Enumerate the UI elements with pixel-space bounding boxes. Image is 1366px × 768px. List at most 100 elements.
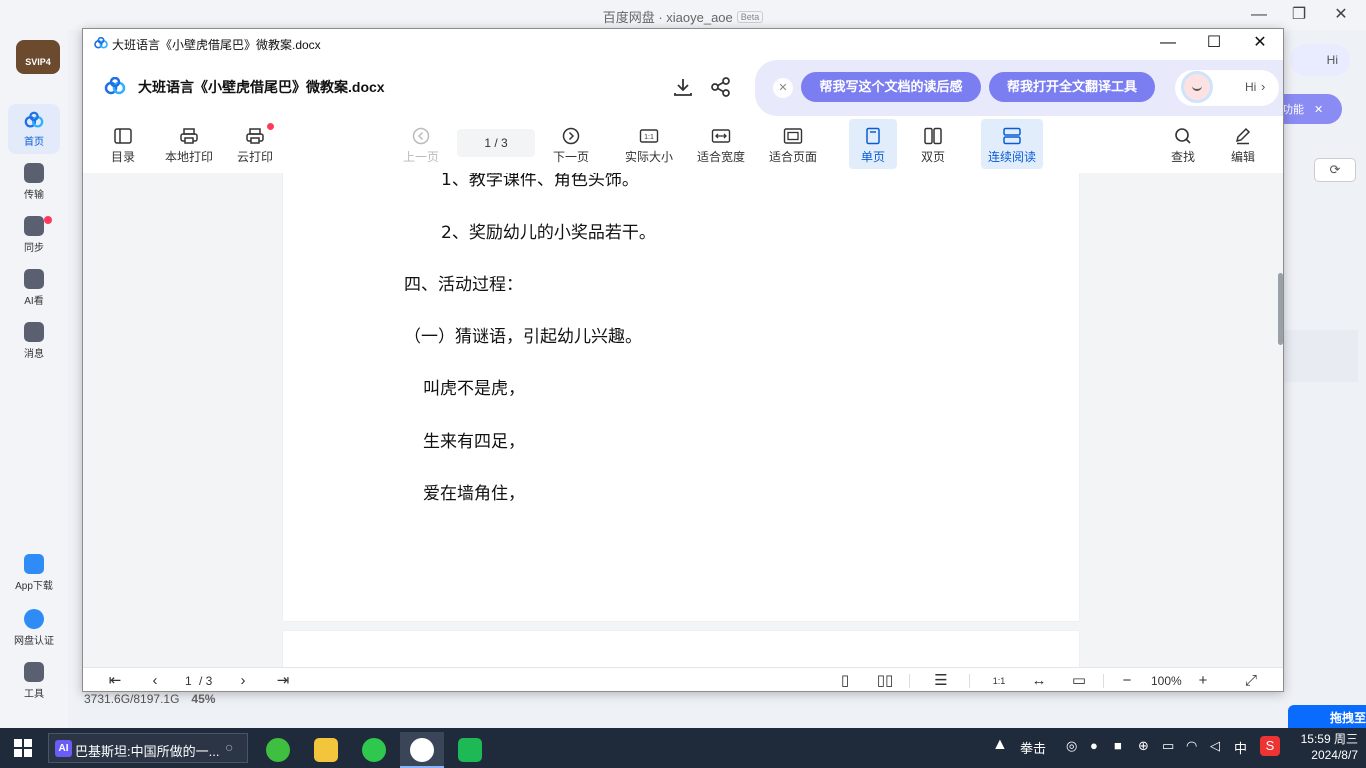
doc-line: （一）猜谜语，引起幼儿兴趣。 [404, 327, 642, 347]
search-icon: ○ [225, 739, 234, 755]
main-minimize-icon[interactable]: — [1248, 4, 1270, 26]
netdisk-tray-icon[interactable]: ◎ [1066, 738, 1077, 754]
terminal-icon [458, 738, 482, 762]
nvidia-icon[interactable]: ■ [1114, 738, 1122, 753]
taskbar-netdisk[interactable] [400, 732, 444, 768]
chevron-left-icon[interactable]: ‹ [145, 671, 165, 691]
find-button[interactable]: 查找 [1163, 119, 1203, 169]
close-icon[interactable]: ✕ [773, 78, 793, 98]
taskbar-terminal[interactable] [448, 732, 492, 768]
browser-icon [266, 738, 290, 762]
wifi-icon[interactable]: ◠ [1186, 738, 1197, 754]
actual-size-icon[interactable]: 1:1 [989, 671, 1009, 691]
zoom-out-icon[interactable]: − [1117, 671, 1137, 691]
folder-icon [314, 738, 338, 762]
prev-page-button[interactable]: 上一页 [399, 119, 443, 169]
windows-taskbar: AI 巴基斯坦:中国所做的一... ○ ▲ 拳击 ◎ ● ■ ⊕ ▭ ◠ ◁ 中… [0, 728, 1366, 768]
next-page-button[interactable]: 下一页 [549, 119, 593, 169]
flame-icon[interactable]: ▲ [992, 736, 1008, 754]
single-page-icon [866, 127, 880, 145]
page-number-input[interactable]: 1 / 3 [457, 129, 535, 157]
close-icon[interactable]: ✕ [1249, 32, 1271, 54]
pencil-icon [1235, 127, 1251, 145]
fit-page-icon [783, 128, 803, 144]
doc-line: 2、奖励幼儿的小奖品若干。 [441, 223, 656, 243]
doc-line: 爱在墙角住， [423, 484, 525, 504]
single-page-icon[interactable]: ▯ [835, 671, 855, 691]
double-page-button[interactable]: 双页 [913, 119, 953, 169]
divider [1103, 674, 1104, 688]
last-page-icon[interactable]: ⇥ [273, 671, 293, 691]
sidebar-item-ai-watch[interactable]: AI看 [8, 263, 60, 313]
fit-page-icon[interactable]: ▭ [1069, 671, 1089, 691]
close-icon[interactable]: ✕ [1314, 104, 1323, 116]
toc-button[interactable]: 目录 [105, 119, 141, 169]
sidebar-item-verify[interactable]: 网盘认证 [8, 603, 60, 653]
main-close-icon[interactable]: ✕ [1330, 4, 1352, 26]
main-ai-hi-button[interactable]: Hi [1290, 44, 1350, 76]
sidebar-item-transfer[interactable]: 传输 [8, 157, 60, 207]
edit-button[interactable]: 编辑 [1223, 119, 1263, 169]
local-print-button[interactable]: 本地打印 [163, 119, 215, 169]
continuous-reading-icon[interactable]: ☰ [931, 671, 951, 691]
maximize-icon[interactable]: ☐ [1203, 32, 1225, 54]
netdisk-logo-icon [94, 37, 108, 49]
document-area[interactable]: 1、教学课件、角色头饰。 2、奖励幼儿的小奖品若干。 四、活动过程： （一）猜谜… [83, 173, 1283, 667]
ai-translate-button[interactable]: 帮我打开全文翻译工具 [989, 72, 1155, 102]
plus-tray-icon[interactable]: ⊕ [1138, 738, 1149, 754]
ai-icon: AI [55, 740, 72, 757]
share-icon[interactable] [709, 75, 733, 99]
taskbar-wechat[interactable] [352, 732, 396, 768]
svg-text:1:1: 1:1 [644, 134, 654, 141]
tray-game-label[interactable]: 拳击 [1020, 738, 1046, 757]
sidebar-item-sync[interactable]: 同步 [8, 210, 60, 260]
status-page-total: / 3 [199, 674, 213, 688]
continuous-reading-button[interactable]: 连续阅读 [981, 119, 1043, 169]
taskbar-search[interactable]: AI 巴基斯坦:中国所做的一... ○ [48, 733, 248, 763]
sidebar-item-tools[interactable]: 工具 [8, 656, 60, 706]
ime-indicator[interactable]: 中 [1234, 738, 1247, 757]
main-function-banner[interactable]: 功能 ✕ [1280, 94, 1342, 124]
notification-dot [44, 216, 52, 224]
minimize-icon[interactable]: — [1157, 32, 1179, 54]
sidebar-item-home[interactable]: 首页 [8, 104, 60, 154]
arrow-right-circle-icon [562, 127, 580, 145]
ai-hi-button[interactable]: Hi › [1175, 70, 1279, 106]
battery-icon[interactable]: ▭ [1162, 738, 1174, 754]
zoom-in-icon[interactable]: + [1193, 671, 1213, 691]
download-icon[interactable] [671, 75, 695, 99]
sogou-ime-icon[interactable]: S [1260, 736, 1280, 756]
volume-icon[interactable]: ◁ [1210, 738, 1220, 754]
netdisk-icon [410, 738, 434, 762]
fullscreen-icon[interactable]: ⤢ [1241, 671, 1261, 691]
zoom-level[interactable]: 100% [1151, 674, 1182, 688]
continuous-reading-icon [1003, 127, 1021, 145]
vertical-scrollbar[interactable] [1278, 273, 1283, 345]
status-page-current[interactable]: 1 [185, 674, 192, 688]
cloud-print-button[interactable]: 云打印 [235, 119, 275, 169]
fit-width-icon[interactable]: ↔ [1029, 671, 1049, 691]
wechat-tray-icon[interactable]: ● [1090, 738, 1098, 753]
ai-write-review-button[interactable]: 帮我写这个文档的读后感 [801, 72, 981, 102]
double-page-icon[interactable]: ▯▯ [875, 671, 895, 691]
sidebar-item-messages[interactable]: 消息 [8, 316, 60, 366]
taskbar-clock[interactable]: 15:59 周三 2024/8/7 [1294, 731, 1358, 763]
actual-size-icon: 1:1 [639, 129, 659, 143]
sidebar-item-app-download[interactable]: App下载 [8, 548, 60, 598]
chevron-right-icon[interactable]: › [233, 671, 253, 691]
beta-badge: Beta [736, 11, 764, 23]
taskbar-browser[interactable] [256, 732, 300, 768]
fit-width-button[interactable]: 适合宽度 [693, 119, 749, 169]
refresh-button[interactable]: ⟳ [1314, 158, 1356, 182]
file-list-row[interactable] [1284, 330, 1358, 382]
ai-mascot-avatar [1181, 71, 1213, 103]
actual-size-button[interactable]: 1:1 实际大小 [621, 119, 677, 169]
windows-start-icon[interactable] [14, 739, 32, 757]
single-page-button[interactable]: 单页 [849, 119, 897, 169]
first-page-icon[interactable]: ⇤ [105, 671, 125, 691]
svip-logo[interactable]: SVIP4 [16, 40, 60, 74]
main-restore-icon[interactable]: ❐ [1288, 4, 1310, 26]
taskbar-explorer[interactable] [304, 732, 348, 768]
sync-icon [24, 216, 44, 236]
fit-page-button[interactable]: 适合页面 [765, 119, 821, 169]
